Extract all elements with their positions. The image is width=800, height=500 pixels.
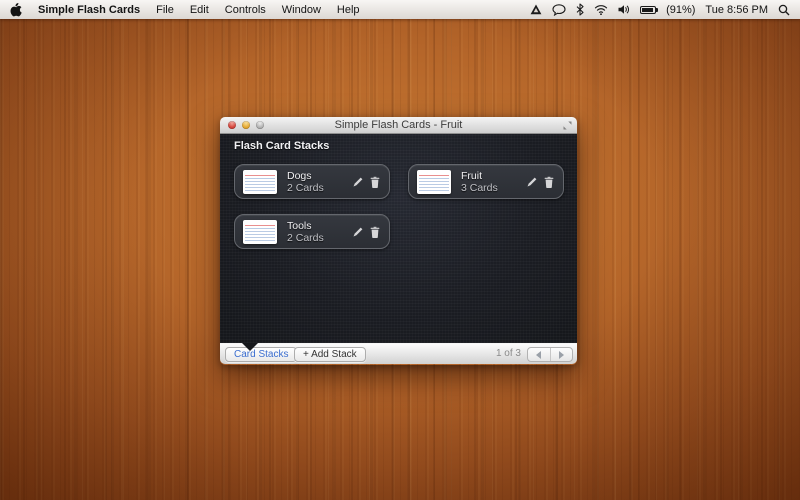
add-stack-button[interactable]: + Add Stack bbox=[294, 347, 366, 362]
stack-actions bbox=[351, 225, 381, 238]
next-arrow-icon bbox=[559, 351, 564, 359]
stack-actions bbox=[525, 175, 555, 188]
next-page-button[interactable] bbox=[550, 348, 573, 361]
previous-page-button[interactable] bbox=[528, 348, 550, 361]
menu-app-name[interactable]: Simple Flash Cards bbox=[38, 4, 140, 16]
menu-help[interactable]: Help bbox=[337, 4, 360, 16]
delete-trash-icon[interactable] bbox=[368, 175, 381, 188]
stack-text: Fruit 3 Cards bbox=[461, 170, 498, 194]
bottom-toolbar: Card Stacks + Add Stack 1 of 3 bbox=[220, 343, 577, 364]
menu-bar: Simple Flash Cards File Edit Controls Wi… bbox=[0, 0, 800, 19]
menu-controls[interactable]: Controls bbox=[225, 4, 266, 16]
zoom-button[interactable] bbox=[256, 121, 264, 129]
fullscreen-icon[interactable] bbox=[563, 121, 572, 130]
stack-count: 2 Cards bbox=[287, 182, 324, 194]
menu-bar-left: Simple Flash Cards File Edit Controls Wi… bbox=[10, 3, 360, 17]
minimize-button[interactable] bbox=[242, 121, 250, 129]
window-title: Simple Flash Cards - Fruit bbox=[335, 119, 463, 131]
stack-item-fruit[interactable]: Fruit 3 Cards bbox=[408, 164, 564, 199]
edit-pencil-icon[interactable] bbox=[351, 225, 364, 238]
edit-pencil-icon[interactable] bbox=[351, 175, 364, 188]
battery-indicator[interactable] bbox=[640, 6, 656, 14]
flash-card-icon bbox=[417, 170, 451, 194]
battery-icon bbox=[640, 6, 656, 14]
toolbar-pointer-notch bbox=[242, 343, 258, 351]
apple-menu-icon[interactable] bbox=[10, 3, 22, 17]
card-stacks-button[interactable]: Card Stacks bbox=[225, 347, 297, 362]
spotlight-icon[interactable] bbox=[778, 4, 790, 16]
wifi-icon[interactable] bbox=[594, 4, 608, 15]
chat-bubble-icon[interactable] bbox=[552, 4, 566, 16]
app-window: Simple Flash Cards - Fruit Flash Card St… bbox=[220, 117, 577, 365]
stack-actions bbox=[351, 175, 381, 188]
stack-name: Tools bbox=[287, 220, 324, 232]
drive-icon[interactable] bbox=[530, 4, 542, 15]
flash-card-icon bbox=[243, 170, 277, 194]
stack-name: Fruit bbox=[461, 170, 498, 182]
menu-bar-status: (91%) Tue 8:56 PM bbox=[530, 3, 790, 16]
flash-card-icon bbox=[243, 220, 277, 244]
stack-item-tools[interactable]: Tools 2 Cards bbox=[234, 214, 390, 249]
stack-item-dogs[interactable]: Dogs 2 Cards bbox=[234, 164, 390, 199]
stacks-panel: Flash Card Stacks Dogs 2 Cards bbox=[220, 134, 577, 343]
panel-heading: Flash Card Stacks bbox=[234, 140, 329, 152]
menu-clock[interactable]: Tue 8:56 PM bbox=[705, 4, 768, 16]
page-indicator: 1 of 3 bbox=[496, 348, 521, 359]
edit-pencil-icon[interactable] bbox=[525, 175, 538, 188]
menu-window[interactable]: Window bbox=[282, 4, 321, 16]
volume-icon[interactable] bbox=[618, 4, 630, 15]
traffic-lights bbox=[228, 121, 264, 129]
stack-count: 3 Cards bbox=[461, 182, 498, 194]
close-button[interactable] bbox=[228, 121, 236, 129]
menu-file[interactable]: File bbox=[156, 4, 174, 16]
delete-trash-icon[interactable] bbox=[368, 225, 381, 238]
pager-control bbox=[527, 347, 573, 362]
window-title-bar[interactable]: Simple Flash Cards - Fruit bbox=[220, 117, 577, 134]
battery-percent: (91%) bbox=[666, 4, 695, 16]
stack-count: 2 Cards bbox=[287, 232, 324, 244]
delete-trash-icon[interactable] bbox=[542, 175, 555, 188]
prev-arrow-icon bbox=[536, 351, 541, 359]
bluetooth-icon[interactable] bbox=[576, 3, 584, 16]
stack-text: Tools 2 Cards bbox=[287, 220, 324, 244]
stack-name: Dogs bbox=[287, 170, 324, 182]
stack-text: Dogs 2 Cards bbox=[287, 170, 324, 194]
menu-edit[interactable]: Edit bbox=[190, 4, 209, 16]
